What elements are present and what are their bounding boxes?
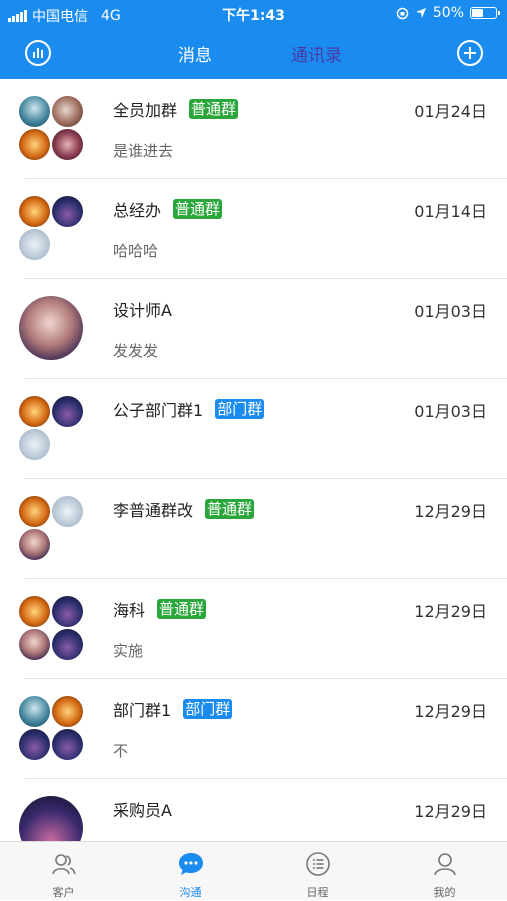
chat-icon xyxy=(178,853,203,875)
conversation-item[interactable]: 部门群1 部门群 12月29日 不 xyxy=(0,679,507,779)
conversation-name: 李普通群改 xyxy=(113,501,194,520)
conversation-name: 采购员A xyxy=(113,801,172,820)
conversation-name: 公子部门群1 xyxy=(113,401,204,420)
conversation-preview: 哈哈哈 xyxy=(113,242,159,260)
profile-icon xyxy=(433,853,456,876)
conversation-item[interactable]: 设计师A 01月03日 发发发 xyxy=(0,279,507,379)
conversation-item[interactable]: 采购员A 12月29日 xyxy=(0,779,507,841)
group-avatar xyxy=(19,396,83,460)
conversation-date: 12月29日 xyxy=(414,702,487,721)
conversation-date: 01月24日 xyxy=(414,102,487,121)
bottom-tab-bar: 客户 沟通 日程 我的 xyxy=(0,841,507,900)
conversation-name: 全员加群 xyxy=(113,101,178,120)
conversation-name: 总经办 xyxy=(113,201,162,220)
conversation-item[interactable]: 李普通群改 普通群 12月29日 xyxy=(0,479,507,579)
group-avatar xyxy=(19,196,83,260)
tab-customers[interactable]: 客户 xyxy=(0,842,127,901)
conversation-item[interactable]: 总经办 普通群 01月14日 哈哈哈 xyxy=(0,179,507,279)
conversation-preview: 实施 xyxy=(113,642,144,660)
group-type-badge: 普通群 xyxy=(189,99,239,119)
customers-icon xyxy=(51,854,76,875)
conversation-date: 01月03日 xyxy=(414,302,487,321)
group-avatar xyxy=(19,696,83,760)
user-avatar xyxy=(19,796,83,841)
group-type-badge: 普通群 xyxy=(157,599,207,619)
group-type-badge: 普通群 xyxy=(173,199,223,219)
conversation-name: 设计师A xyxy=(113,301,172,320)
conversation-item[interactable]: 全员加群 普通群 01月24日 是谁进去 xyxy=(0,79,507,179)
group-avatar xyxy=(19,596,83,660)
group-type-badge: 部门群 xyxy=(215,399,265,419)
tab-label: 日程 xyxy=(306,886,329,899)
add-circle-icon[interactable] xyxy=(457,40,483,66)
battery-icon xyxy=(470,7,500,19)
conversation-list[interactable]: 全员加群 普通群 01月24日 是谁进去 总经办 普通群 01月14日 哈哈哈 … xyxy=(0,79,507,841)
user-avatar xyxy=(19,296,83,360)
tab-label: 沟通 xyxy=(179,886,202,899)
conversation-item[interactable]: 海科 普通群 12月29日 实施 xyxy=(0,579,507,679)
tab-contacts[interactable]: 通讯录 xyxy=(291,41,342,66)
tab-label: 客户 xyxy=(52,886,75,899)
conversation-date: 12月29日 xyxy=(414,802,487,821)
group-avatar xyxy=(19,496,83,560)
nav-bar: 消息 通讯录 xyxy=(0,28,507,78)
conversation-preview: 是谁进去 xyxy=(113,142,174,160)
tab-schedule[interactable]: 日程 xyxy=(254,842,381,901)
conversation-name: 部门群1 xyxy=(113,701,172,720)
conversation-preview: 不 xyxy=(113,742,129,760)
location-icon xyxy=(415,8,426,18)
group-type-badge: 部门群 xyxy=(183,699,233,719)
tab-label: 我的 xyxy=(433,886,456,899)
battery-percent: 50% xyxy=(432,5,464,21)
conversation-date: 12月29日 xyxy=(414,502,487,521)
tab-communication[interactable]: 沟通 xyxy=(127,842,254,901)
conversation-item[interactable]: 公子部门群1 部门群 01月03日 xyxy=(0,379,507,479)
conversation-date: 01月14日 xyxy=(414,202,487,221)
stats-icon[interactable] xyxy=(25,40,51,66)
orientation-lock-icon xyxy=(396,7,409,19)
conversation-preview: 发发发 xyxy=(113,342,159,360)
conversation-name: 海科 xyxy=(113,601,146,620)
schedule-icon xyxy=(305,852,330,876)
status-bar: 中国电信 4G 下午1:43 50% xyxy=(0,0,507,28)
app-header: 中国电信 4G 下午1:43 50% 消息 通讯录 xyxy=(0,0,507,79)
conversation-date: 12月29日 xyxy=(414,602,487,621)
tab-profile[interactable]: 我的 xyxy=(381,842,507,901)
group-type-badge: 普通群 xyxy=(205,499,255,519)
conversation-date: 01月03日 xyxy=(414,402,487,421)
tab-messages[interactable]: 消息 xyxy=(178,41,212,66)
group-avatar xyxy=(19,96,83,160)
